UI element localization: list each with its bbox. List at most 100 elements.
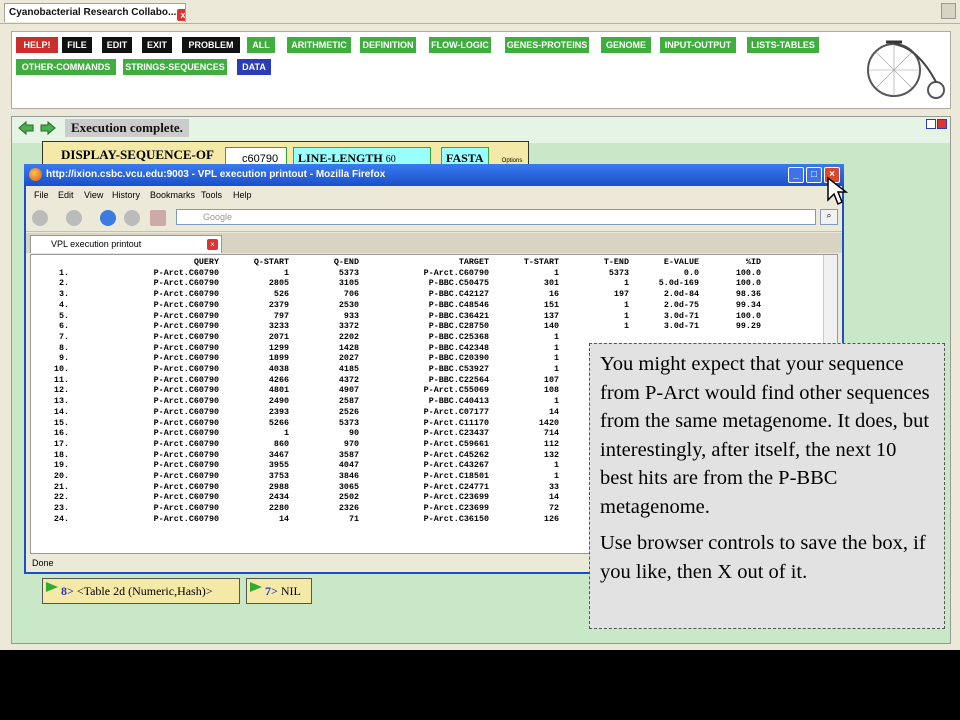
reload-icon[interactable] xyxy=(100,210,116,226)
table-cell: 5266 xyxy=(268,417,289,428)
all-button[interactable]: ALL xyxy=(247,37,275,53)
table-cell: 3753 xyxy=(268,471,289,482)
data-button[interactable]: DATA xyxy=(237,59,271,75)
firefox-titlebar[interactable]: http://ixion.csbc.vcu.edu:9003 - VPL exe… xyxy=(24,164,844,186)
table-cell: 2393 xyxy=(268,406,289,417)
table-cell: 12. xyxy=(53,385,69,396)
definition-button[interactable]: DEFINITION xyxy=(360,37,416,53)
tab-close-icon[interactable]: × xyxy=(207,239,218,250)
table-cell: 4038 xyxy=(268,364,289,375)
menu-file[interactable]: File xyxy=(34,186,49,204)
table-cell: 197 xyxy=(613,289,629,300)
column-header xyxy=(31,257,69,268)
table-cell: P-Arct.C60790 xyxy=(153,492,219,503)
app-tab[interactable]: Cyanobacterial Research Collabo... x xyxy=(4,3,186,22)
table-cell: P-Arct.C60790 xyxy=(153,503,219,514)
flow-logic-button[interactable]: FLOW-LOGIC xyxy=(429,37,491,53)
menu-tools[interactable]: Tools xyxy=(201,186,222,204)
table-cell: 970 xyxy=(343,438,359,449)
maximize-icon[interactable]: □ xyxy=(806,167,822,183)
table-cell: 151 xyxy=(543,299,559,310)
edit-button[interactable]: EDIT xyxy=(102,37,132,53)
search-input[interactable]: Google xyxy=(176,209,816,225)
table-cell: 1 xyxy=(553,353,559,364)
table-cell: 7. xyxy=(58,331,69,342)
menu-edit[interactable]: Edit xyxy=(58,186,74,204)
exit-button[interactable]: EXIT xyxy=(142,37,172,53)
table-cell: 1 xyxy=(623,321,629,332)
options-button[interactable]: Options xyxy=(497,142,527,164)
table-cell: P-Arct.C60790 xyxy=(153,321,219,332)
execution-status: Execution complete. xyxy=(65,119,189,137)
table-cell: 2490 xyxy=(268,396,289,407)
close-pane-icon[interactable] xyxy=(937,119,947,129)
menu-bookmarks[interactable]: Bookmarks xyxy=(150,186,195,204)
table-cell: 100.0 xyxy=(735,278,761,289)
back-arrow-icon[interactable] xyxy=(18,121,34,135)
genes-proteins-button[interactable]: GENES-PROTEINS xyxy=(505,37,589,53)
line-length-label: LINE-LENGTH xyxy=(298,151,383,165)
menu-help[interactable]: Help xyxy=(233,186,252,204)
table-cell: 1 xyxy=(553,471,559,482)
result-box-7[interactable]: 7> NIL xyxy=(246,578,312,604)
forward-icon[interactable] xyxy=(66,210,82,226)
table-cell: 3846 xyxy=(338,471,359,482)
app-tab-strip: Cyanobacterial Research Collabo... x xyxy=(0,0,960,24)
table-cell: 2434 xyxy=(268,492,289,503)
window-control-icon[interactable] xyxy=(941,3,956,19)
search-icon[interactable]: ⌕ xyxy=(820,209,838,225)
strings-sequences-button[interactable]: STRINGS-SEQUENCES xyxy=(123,59,227,75)
table-cell: P-BBC.C36421 xyxy=(428,310,489,321)
table-cell: 5373 xyxy=(338,417,359,428)
table-cell: P-Arct.C60790 xyxy=(153,385,219,396)
table-cell: 1299 xyxy=(268,342,289,353)
menu-view[interactable]: View xyxy=(84,186,103,204)
forward-arrow-icon[interactable] xyxy=(40,121,56,135)
table-cell: P-BBC.C22564 xyxy=(428,374,489,385)
firefox-icon xyxy=(29,168,42,181)
table-cell: P-Arct.C45262 xyxy=(423,449,489,460)
table-cell: 22. xyxy=(53,492,69,503)
problem-button[interactable]: PROBLEM xyxy=(182,37,240,53)
firefox-tab[interactable]: VPL execution printout × xyxy=(30,235,222,253)
table-cell: 3467 xyxy=(268,449,289,460)
function-name: DISPLAY-SEQUENCE-OF xyxy=(61,147,214,162)
table-cell: 6. xyxy=(58,321,69,332)
minimize-icon[interactable]: _ xyxy=(788,167,804,183)
table-cell: P-BBC.C28750 xyxy=(428,321,489,332)
table-cell: P-Arct.C11170 xyxy=(423,417,489,428)
help-button[interactable]: HELP! xyxy=(16,37,58,53)
table-row: 2. P-Arct.C60790 2805 3105 P-BBC.C50475 301 1 5… xyxy=(31,278,761,289)
table-cell: 14 xyxy=(278,513,289,524)
table-cell: 10. xyxy=(53,364,69,375)
table-cell: P-BBC.C42127 xyxy=(428,289,489,300)
back-icon[interactable] xyxy=(32,210,48,226)
file-button[interactable]: FILE xyxy=(62,37,92,53)
table-cell: 5373 xyxy=(338,267,359,278)
firefox-tabbar: VPL execution printout × xyxy=(26,233,842,253)
result-box-8[interactable]: 8> <Table 2d (Numeric,Hash)> xyxy=(42,578,240,604)
workspace-toolbar: Execution complete. xyxy=(12,117,950,143)
table-cell: 19. xyxy=(53,460,69,471)
other-commands-button[interactable]: OTHER-COMMANDS xyxy=(16,59,116,75)
restore-pane-icon[interactable] xyxy=(926,119,936,129)
app-tab-title: Cyanobacterial Research Collabo... xyxy=(9,7,177,18)
app-tab-close-icon[interactable]: x xyxy=(177,9,185,21)
table-cell xyxy=(559,332,629,343)
lists-tables-button[interactable]: LISTS-TABLES xyxy=(747,37,819,53)
home-icon[interactable] xyxy=(150,210,166,226)
table-cell: 4. xyxy=(58,299,69,310)
stop-icon[interactable] xyxy=(124,210,140,226)
table-cell: 18. xyxy=(53,449,69,460)
arithmetic-button[interactable]: ARITHMETIC xyxy=(287,37,351,53)
firefox-window-title: http://ixion.csbc.vcu.edu:9003 - VPL exe… xyxy=(46,169,386,180)
table-cell: 526 xyxy=(273,289,289,300)
table-cell: 2326 xyxy=(338,503,359,514)
menu-history[interactable]: History xyxy=(112,186,140,204)
input-output-button[interactable]: INPUT-OUTPUT xyxy=(660,37,736,53)
table-cell: 933 xyxy=(343,310,359,321)
column-header: T-START xyxy=(523,257,559,267)
table-cell: 100.0 xyxy=(735,267,761,278)
table-cell: 71 xyxy=(348,513,359,524)
genome-button[interactable]: GENOME xyxy=(601,37,651,53)
